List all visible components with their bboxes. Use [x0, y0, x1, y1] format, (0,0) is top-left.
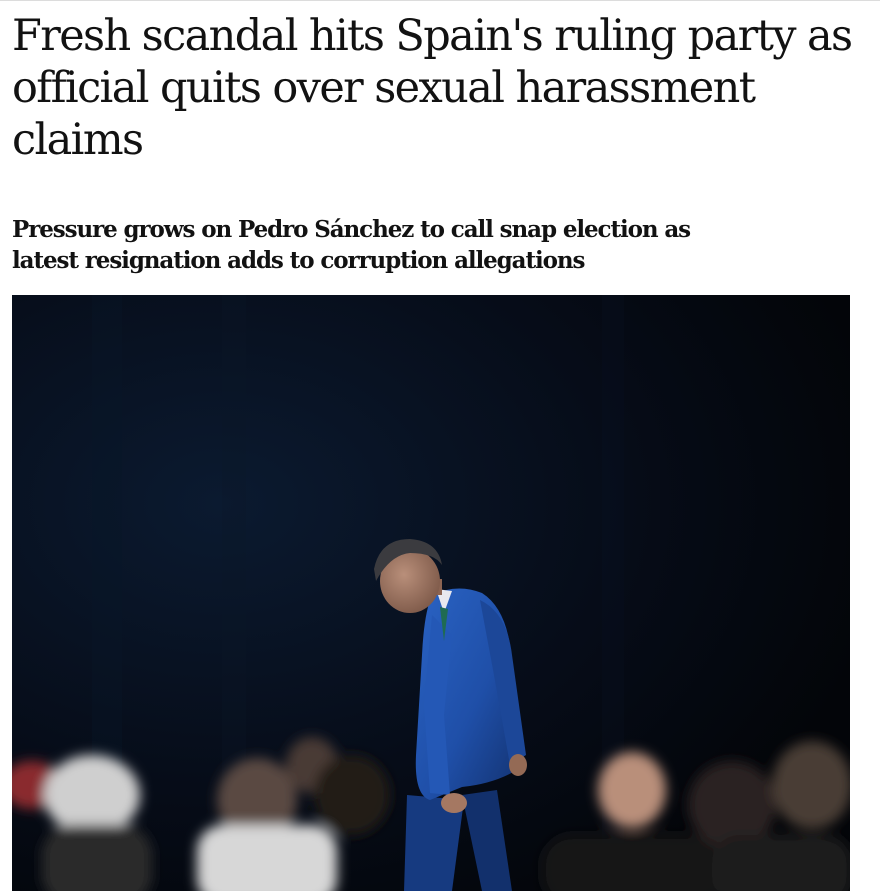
- hero-photo-illustration: [12, 295, 850, 891]
- top-divider: [0, 0, 880, 1]
- article-standfirst: Pressure grows on Pedro Sánchez to call …: [12, 216, 691, 274]
- hero-photo: [12, 295, 850, 891]
- article-headline: Fresh scandal hits Spain's ruling party …: [12, 11, 853, 165]
